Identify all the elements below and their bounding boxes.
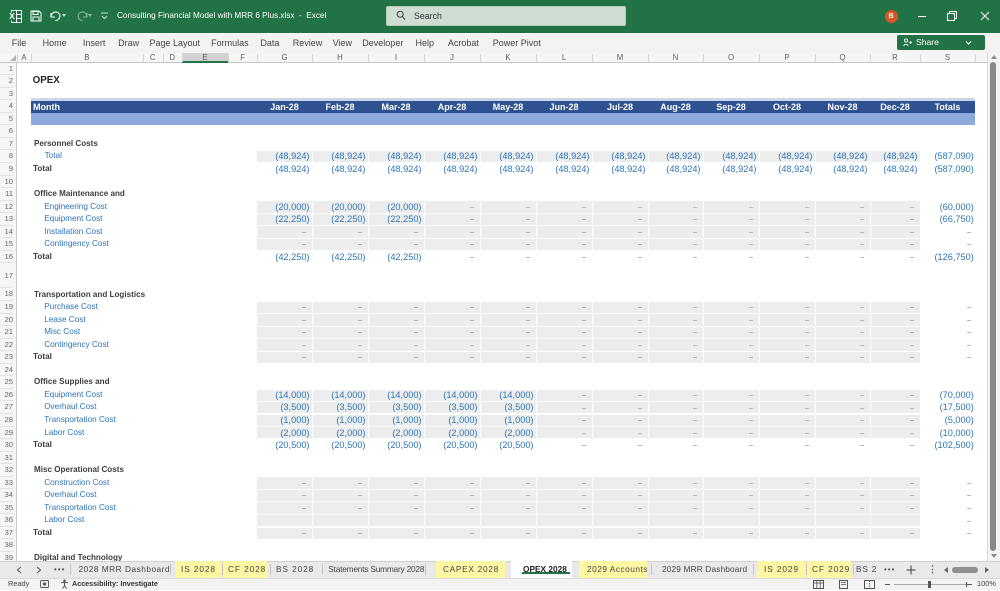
svg-text:X: X: [9, 11, 15, 21]
